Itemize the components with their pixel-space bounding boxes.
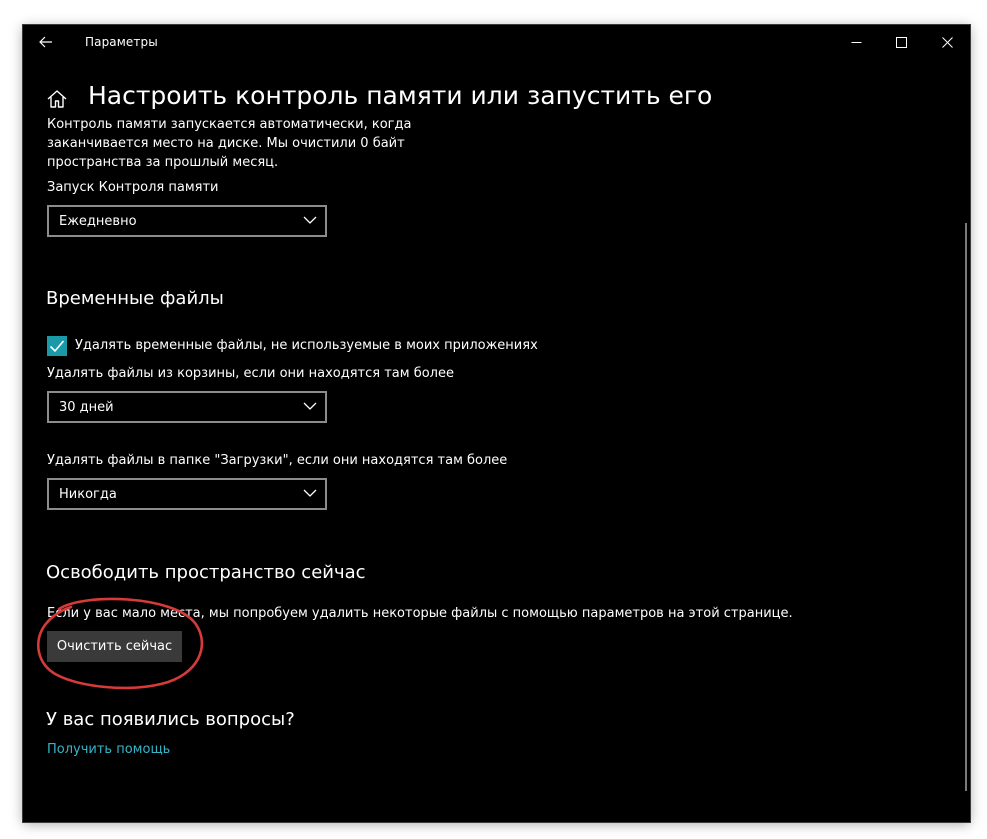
settings-window: Параметры Настроить контроль памяти или … — [23, 25, 970, 822]
app-title: Параметры — [85, 35, 158, 49]
get-help-link[interactable]: Получить помощь — [47, 742, 170, 757]
maximize-icon — [895, 36, 907, 48]
run-storage-sense-label: Запуск Контроля памяти — [47, 180, 219, 195]
storage-sense-description: Контроль памяти запускается автоматическ… — [47, 117, 412, 170]
close-button[interactable] — [924, 25, 970, 59]
recycle-bin-value: 30 дней — [59, 399, 114, 415]
clean-now-label: Очистить сейчас — [56, 639, 173, 654]
free-space-description: Если у вас мало места, мы попробуем удал… — [47, 606, 793, 621]
chevron-down-icon — [303, 402, 317, 410]
minimize-button[interactable] — [833, 25, 879, 59]
run-frequency-value: Ежедневно — [59, 213, 137, 229]
temp-files-heading: Временные файлы — [46, 288, 224, 309]
chevron-down-icon — [303, 489, 317, 497]
run-frequency-select[interactable]: Ежедневно — [47, 205, 327, 237]
title-bar: Параметры — [23, 25, 970, 59]
minimize-icon — [851, 41, 861, 43]
delete-temp-label[interactable]: Удалять временные файлы, не используемые… — [75, 338, 538, 353]
delete-temp-checkbox[interactable] — [47, 336, 67, 356]
close-icon — [941, 36, 953, 48]
checkmark-icon — [49, 340, 65, 353]
chevron-down-icon — [303, 216, 317, 224]
back-arrow-icon — [39, 36, 52, 48]
home-icon[interactable] — [46, 88, 68, 110]
page-title: Настроить контроль памяти или запустить … — [88, 81, 713, 110]
free-space-heading: Освободить пространство сейчас — [46, 562, 366, 583]
recycle-bin-label: Удалять файлы из корзины, если они наход… — [47, 366, 454, 381]
back-button[interactable] — [32, 29, 60, 55]
help-heading: У вас появились вопросы? — [46, 709, 295, 730]
downloads-select[interactable]: Никогда — [47, 478, 327, 510]
downloads-label: Удалять файлы в папке "Загрузки", если о… — [47, 453, 508, 468]
clean-now-button[interactable]: Очистить сейчас — [47, 631, 182, 662]
maximize-button[interactable] — [878, 25, 924, 59]
downloads-value: Никогда — [59, 486, 117, 502]
scrollbar[interactable] — [965, 223, 967, 791]
recycle-bin-select[interactable]: 30 дней — [47, 391, 327, 423]
